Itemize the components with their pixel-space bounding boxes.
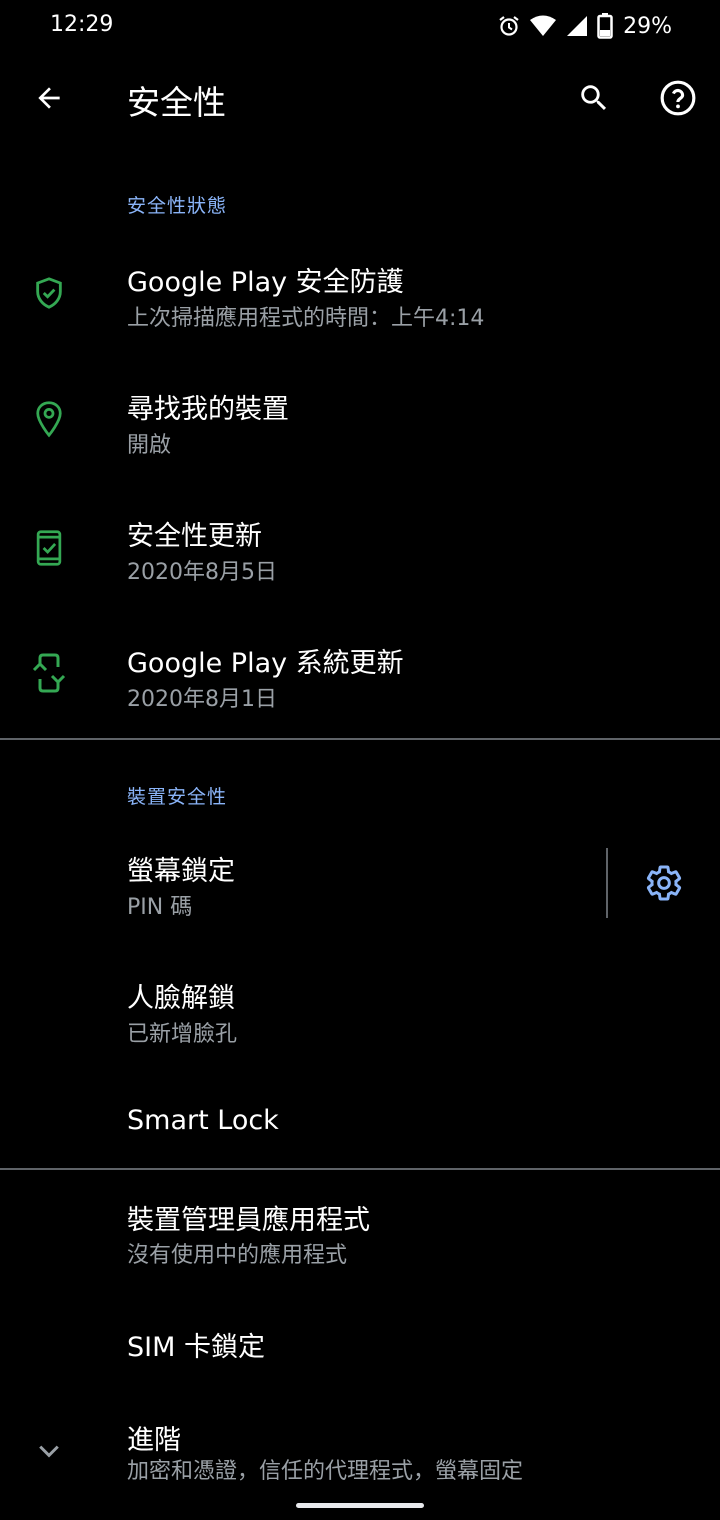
section-header-device-security: 裝置安全性 (127, 786, 228, 808)
find-device-title: 尋找我的裝置 (127, 394, 289, 425)
security-update-title: 安全性更新 (127, 521, 262, 552)
device-admin-summary: 沒有使用中的應用程式 (127, 1243, 348, 1268)
back-button[interactable] (22, 74, 76, 122)
face-unlock-summary: 已新增臉孔 (127, 1022, 238, 1047)
help-button[interactable] (652, 74, 704, 122)
gesture-nav-handle[interactable] (296, 1503, 424, 1508)
screen-lock-divider (606, 848, 608, 918)
wifi-icon (529, 14, 557, 38)
shield-check-icon (30, 274, 68, 312)
section-divider (0, 1168, 720, 1170)
sim-lock-item[interactable]: SIM 卡鎖定 (0, 1300, 720, 1386)
find-device-item[interactable]: 尋找我的裝置 開啟 (0, 366, 720, 480)
security-update-item[interactable]: 安全性更新 2020年8月5日 (0, 493, 720, 607)
section-divider (0, 738, 720, 740)
advanced-item[interactable]: 進階 加密和憑證，信任的代理程式，螢幕固定 (0, 1396, 720, 1492)
device-admin-title: 裝置管理員應用程式 (127, 1205, 370, 1236)
play-system-update-item[interactable]: Google Play 系統更新 2020年8月1日 (0, 620, 720, 734)
search-button[interactable] (568, 74, 620, 122)
search-icon (581, 85, 607, 111)
alarm-icon (497, 14, 521, 38)
play-protect-item[interactable]: Google Play 安全防護 上次掃描應用程式的時間：上午4:14 (0, 238, 720, 352)
phone-check-icon (30, 529, 68, 567)
play-protect-title: Google Play 安全防護 (127, 267, 404, 298)
battery-icon (597, 13, 613, 39)
page-title: 安全性 (127, 83, 226, 122)
security-update-summary: 2020年8月5日 (127, 560, 277, 585)
arrow-back-icon (38, 87, 60, 109)
status-time: 12:29 (50, 12, 114, 37)
cell-signal-icon (565, 14, 589, 38)
smart-lock-title: Smart Lock (127, 1105, 279, 1136)
play-system-update-title: Google Play 系統更新 (127, 648, 404, 679)
battery-percent: 29% (623, 13, 672, 39)
section-header-security-status: 安全性狀態 (127, 195, 228, 217)
smart-lock-item[interactable]: Smart Lock (0, 1080, 720, 1166)
device-admin-item[interactable]: 裝置管理員應用程式 沒有使用中的應用程式 (0, 1176, 720, 1286)
advanced-title: 進階 (127, 1425, 181, 1456)
app-bar: 安全性 (0, 60, 720, 136)
sim-lock-title: SIM 卡鎖定 (127, 1332, 265, 1363)
advanced-summary: 加密和憑證，信任的代理程式，螢幕固定 (127, 1459, 524, 1484)
play-system-update-summary: 2020年8月1日 (127, 687, 277, 712)
screen-lock-settings-button[interactable] (638, 857, 690, 909)
find-device-summary: 開啟 (127, 433, 172, 458)
screen-lock-title: 螢幕鎖定 (127, 856, 235, 887)
status-icons: 29% (497, 10, 672, 42)
security-settings-screen: 12:29 29% 安全性 安全性狀態 Google Play 安全防護 上次掃… (0, 0, 720, 1520)
phone-update-icon (30, 653, 68, 693)
chevron-down-icon (30, 1432, 68, 1470)
face-unlock-title: 人臉解鎖 (127, 983, 235, 1014)
screen-lock-summary: PIN 碼 (127, 895, 193, 920)
face-unlock-item[interactable]: 人臉解鎖 已新增臉孔 (0, 955, 720, 1069)
screen-lock-item[interactable]: 螢幕鎖定 PIN 碼 (0, 828, 720, 940)
location-pin-icon (30, 400, 68, 438)
status-bar: 12:29 29% (0, 0, 720, 52)
help-icon (660, 80, 696, 116)
gear-icon (646, 865, 682, 901)
play-protect-summary: 上次掃描應用程式的時間：上午4:14 (127, 306, 485, 331)
